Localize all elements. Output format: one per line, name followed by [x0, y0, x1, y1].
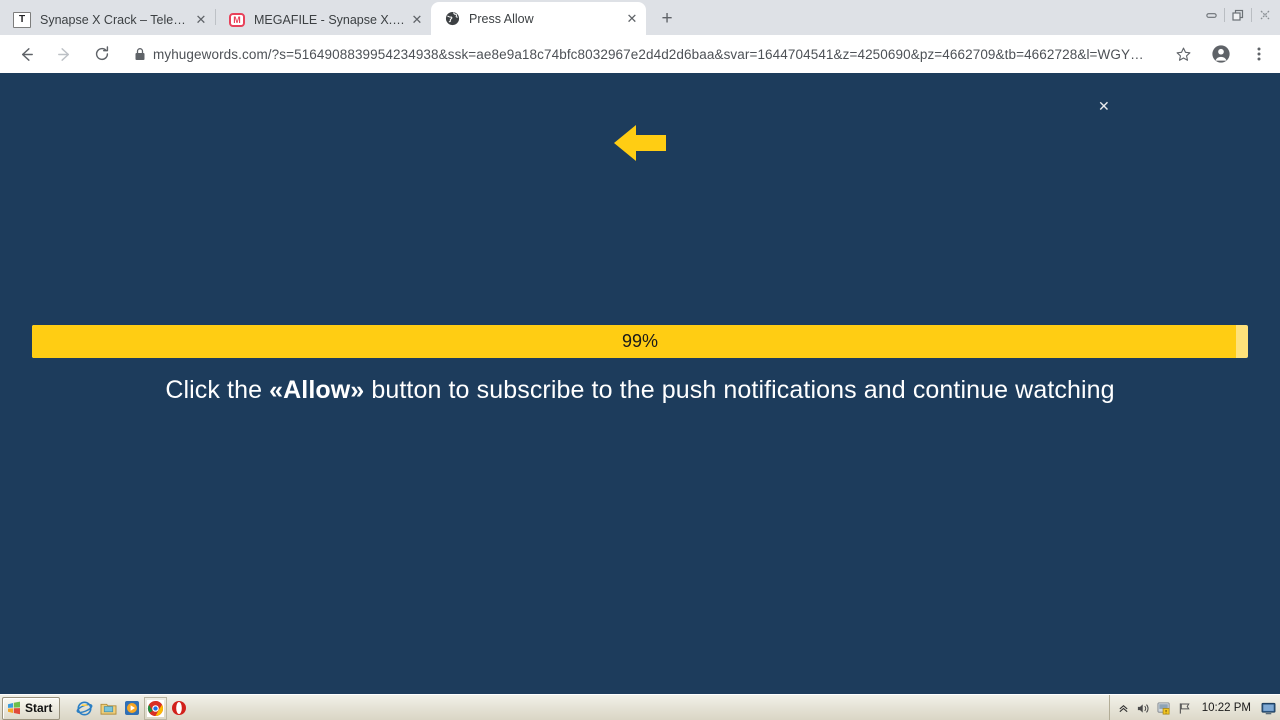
browser-tab-megafile[interactable]: M MEGAFILE - Synapse X.zip ✕: [216, 5, 431, 35]
bookmark-star-icon[interactable]: [1168, 39, 1198, 69]
security-alert-icon[interactable]: [1157, 701, 1171, 715]
windows-logo-icon: [7, 701, 21, 715]
start-button-label: Start: [25, 701, 53, 715]
progress-bar: 99%: [32, 325, 1248, 358]
browser-tab-telegraph[interactable]: T Synapse X Crack – Telegraph ✕: [0, 5, 215, 35]
globe-icon: [444, 11, 460, 27]
tab-title: Synapse X Crack – Telegraph: [40, 13, 189, 27]
close-icon[interactable]: [1252, 3, 1278, 27]
clock[interactable]: 10:22 PM: [1202, 702, 1251, 714]
page-headline: Click the «Allow» button to subscribe to…: [0, 376, 1280, 405]
toolbar-actions: [1160, 39, 1280, 69]
headline-after: button to subscribe to the push notifica…: [364, 376, 1115, 404]
windows-taskbar: Start 10:22 PM: [0, 694, 1280, 720]
close-tab-icon[interactable]: ✕: [624, 11, 640, 27]
mega-m-icon: M: [229, 13, 245, 27]
telegraph-t-icon: T: [13, 12, 31, 28]
profile-avatar-icon[interactable]: [1206, 39, 1236, 69]
system-tray: 10:22 PM: [1108, 695, 1280, 720]
opera-icon[interactable]: [171, 700, 187, 716]
url-text: myhugewords.com/?s=5164908839954234938&s…: [153, 46, 1144, 62]
screen: T Synapse X Crack – Telegraph ✕ M MEGAFI…: [0, 0, 1280, 720]
tab-title: MEGAFILE - Synapse X.zip: [254, 13, 405, 27]
window-controls: [1198, 0, 1278, 30]
page-content: 99% Click the «Allow» button to subscrib…: [0, 73, 1280, 687]
quick-launch-bar: [76, 696, 187, 720]
tab-title: Press Allow: [469, 11, 534, 26]
browser-tab-press-allow[interactable]: Press Allow ✕: [431, 2, 646, 35]
minimize-icon[interactable]: [1198, 3, 1224, 27]
google-chrome-icon[interactable]: [144, 696, 168, 720]
arrow-left-icon-wrap: [0, 121, 1280, 165]
browser-toolbar: myhugewords.com/?s=5164908839954234938&s…: [0, 35, 1280, 74]
chrome-menu-icon[interactable]: [1244, 39, 1274, 69]
volume-icon[interactable]: [1136, 702, 1150, 715]
headline-emphasis: «Allow»: [269, 376, 365, 404]
internet-explorer-icon[interactable]: [76, 700, 93, 717]
progress-percent-label: 99%: [621, 331, 659, 351]
media-player-icon[interactable]: [124, 700, 140, 716]
close-tab-icon[interactable]: ✕: [193, 12, 209, 28]
forward-icon[interactable]: [49, 39, 79, 69]
browser-tab-strip: T Synapse X Crack – Telegraph ✕ M MEGAFI…: [0, 0, 1280, 35]
file-explorer-icon[interactable]: [100, 701, 117, 716]
reload-icon[interactable]: [87, 39, 117, 69]
headline-before: Click the: [165, 376, 270, 404]
action-center-flag-icon[interactable]: [1178, 702, 1192, 715]
arrow-left-icon: [614, 125, 666, 161]
new-tab-button[interactable]: +: [653, 5, 681, 33]
restore-icon[interactable]: [1225, 3, 1251, 27]
start-button[interactable]: Start: [2, 696, 61, 720]
display-icon[interactable]: [1261, 702, 1276, 715]
show-hidden-icons-icon[interactable]: [1118, 703, 1129, 714]
lock-icon: [127, 43, 153, 65]
close-tab-icon[interactable]: ✕: [409, 12, 425, 28]
back-icon[interactable]: [11, 39, 41, 69]
consent-banner-close-icon[interactable]: ✕: [1098, 99, 1110, 113]
address-bar[interactable]: myhugewords.com/?s=5164908839954234938&s…: [127, 41, 1154, 67]
